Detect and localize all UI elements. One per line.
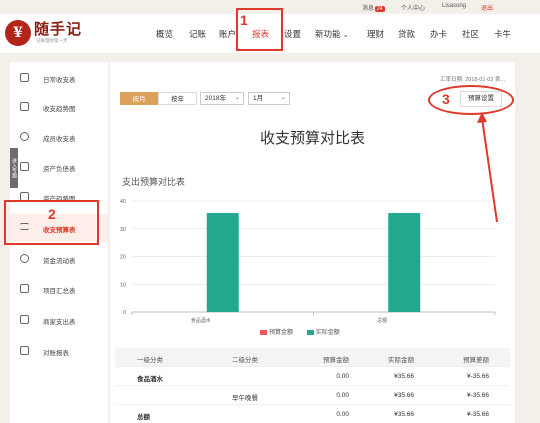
annotation-arrow [477, 112, 498, 223]
annotation-arrow-head [477, 112, 487, 123]
annotation-arrow-line [481, 117, 498, 223]
